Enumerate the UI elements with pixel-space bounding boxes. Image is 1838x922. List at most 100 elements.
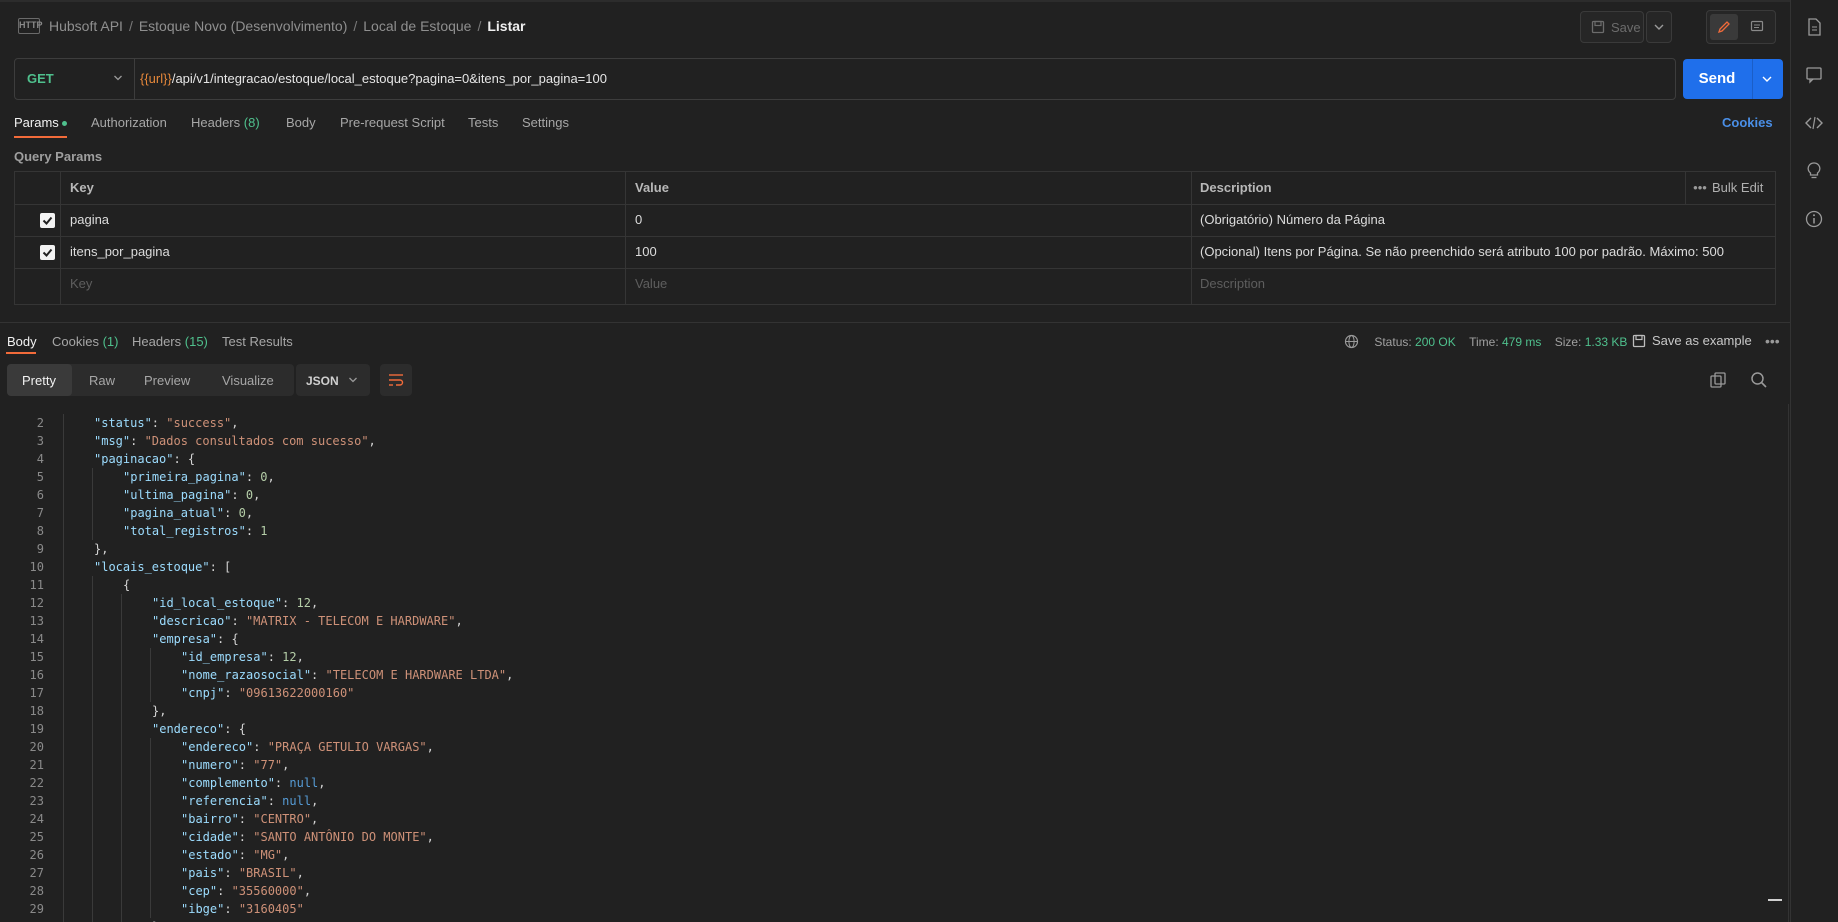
line-number: 27 [29,866,44,880]
check-icon [42,248,53,257]
response-tab-headers[interactable]: Headers (15) [132,334,208,349]
line-number: 28 [29,884,44,898]
code-text: "nome_razaosocial": "TELECOM E HARDWARE … [181,668,514,682]
url-variable: {{url}} [140,71,172,86]
breadcrumb-item-request[interactable]: Listar [487,18,525,34]
breadcrumb-item-subfolder[interactable]: Local de Estoque [363,18,471,34]
param-value[interactable]: 100 [635,236,657,268]
size-value[interactable]: 1.33 KB [1585,335,1628,349]
check-icon [42,216,53,225]
new-param-key-input[interactable]: Key [70,268,92,300]
query-params-table: Key Value Description ••• Bulk Edit pagi… [14,171,1776,305]
documentation-mode-button[interactable] [1743,14,1771,40]
line-number: 30 [0,918,44,922]
lightbulb-icon[interactable] [1804,161,1824,181]
response-tab-body[interactable]: Body [7,334,37,349]
save-label: Save [1611,20,1641,35]
line-number: 26 [29,848,44,862]
bulk-edit-button[interactable]: Bulk Edit [1712,172,1763,204]
view-raw[interactable]: Raw [89,373,115,388]
param-key[interactable]: itens_por_pagina [70,236,170,268]
tab-settings[interactable]: Settings [522,115,569,130]
http-request-icon: HTTP [18,18,43,34]
line-number: 4 [36,452,44,466]
breadcrumb-separator: / [128,18,133,34]
code-text: "total_registros": 1 [123,524,268,538]
line-number: 7 [36,506,44,520]
code-text: "paginacao": { [94,452,196,466]
info-icon[interactable] [1804,209,1824,229]
headers-count: (8) [243,115,260,130]
copy-icon[interactable] [1708,370,1728,390]
tab-pre-request-script[interactable]: Pre-request Script [340,115,445,130]
code-text: }, [152,704,167,718]
breadcrumb-item-folder[interactable]: Estoque Novo (Desenvolvimento) [139,18,348,34]
method-select[interactable]: GET [27,71,54,86]
code-text: "cep": "35560000", [181,884,312,898]
response-tab-test-results[interactable]: Test Results [222,334,293,349]
code-icon[interactable] [1804,113,1824,133]
code-text: "status": "success", [94,416,239,430]
code-text: "ultima_pagina": 0, [123,488,261,502]
wrap-lines-icon [389,374,404,386]
document-icon[interactable] [1804,17,1824,37]
view-pretty[interactable]: Pretty [22,373,56,388]
breadcrumb-item-collection[interactable]: Hubsoft API [49,18,123,34]
tab-authorization[interactable]: Authorization [91,115,167,130]
new-param-value-input[interactable]: Value [635,268,667,300]
wrap-lines-button[interactable] [380,364,412,396]
chevron-down-icon[interactable] [113,73,123,83]
cookies-link[interactable]: Cookies [1722,115,1773,130]
comment-icon [1750,20,1764,32]
tab-params[interactable]: Params [14,115,67,130]
new-param-description-input[interactable]: Description [1200,268,1265,300]
param-description[interactable]: (Obrigatório) Número da Página [1200,204,1385,236]
param-enabled-checkbox[interactable] [40,213,55,228]
indent-guide [150,648,151,702]
breadcrumb-separator: / [353,18,358,34]
scroll-thumb[interactable] [1768,899,1782,901]
more-options-icon[interactable]: ••• [1765,333,1780,349]
pane-divider[interactable] [0,322,1790,323]
indent-guide [121,594,122,922]
code-text: "estado": "MG", [181,848,290,862]
view-mode-toggle [1706,10,1776,44]
comment-icon[interactable] [1804,65,1824,85]
tab-tests[interactable]: Tests [468,115,498,130]
search-icon[interactable] [1749,370,1769,390]
save-as-example-button[interactable]: Save as example [1632,333,1752,348]
more-options-icon[interactable]: ••• [1685,172,1715,204]
format-select[interactable]: JSON [296,364,370,396]
url-input[interactable]: {{url}}/api/v1/integracao/estoque/local_… [140,71,607,86]
view-visualize[interactable]: Visualize [222,373,274,388]
edit-mode-button[interactable] [1710,14,1738,40]
chevron-down-icon[interactable] [1761,73,1773,85]
code-text: "ibge": "3160405" [181,902,304,916]
response-body-code[interactable]: 2 "status": "success", 3 "msg": "Dados cons… [0,404,1790,922]
param-value[interactable]: 0 [635,204,642,236]
line-number: 6 [36,488,44,502]
line-number: 16 [29,668,44,682]
send-button[interactable]: Send [1683,59,1783,99]
param-key[interactable]: pagina [70,204,109,236]
time-value[interactable]: 479 ms [1502,335,1541,349]
indent-guide [92,576,93,922]
save-button[interactable]: Save [1580,11,1644,43]
globe-icon[interactable] [1344,334,1359,349]
format-value: JSON [306,374,339,388]
line-number: 29 [29,902,44,916]
status-value[interactable]: 200 OK [1415,335,1456,349]
code-text: { [123,578,131,592]
tab-body[interactable]: Body [286,115,316,130]
right-sidebar [1790,0,1838,922]
chevron-down-icon [1654,24,1664,30]
save-options-button[interactable] [1646,11,1672,43]
line-number: 22 [29,776,44,790]
param-enabled-checkbox[interactable] [40,245,55,260]
response-tab-cookies[interactable]: Cookies (1) [52,334,118,349]
tab-headers[interactable]: Headers (8) [191,115,260,130]
code-text: "empresa": { [152,632,239,646]
param-description[interactable]: (Opcional) Itens por Página. Se não pree… [1200,236,1724,268]
code-text: "pais": "BRASIL", [181,866,304,880]
view-preview[interactable]: Preview [144,373,190,388]
